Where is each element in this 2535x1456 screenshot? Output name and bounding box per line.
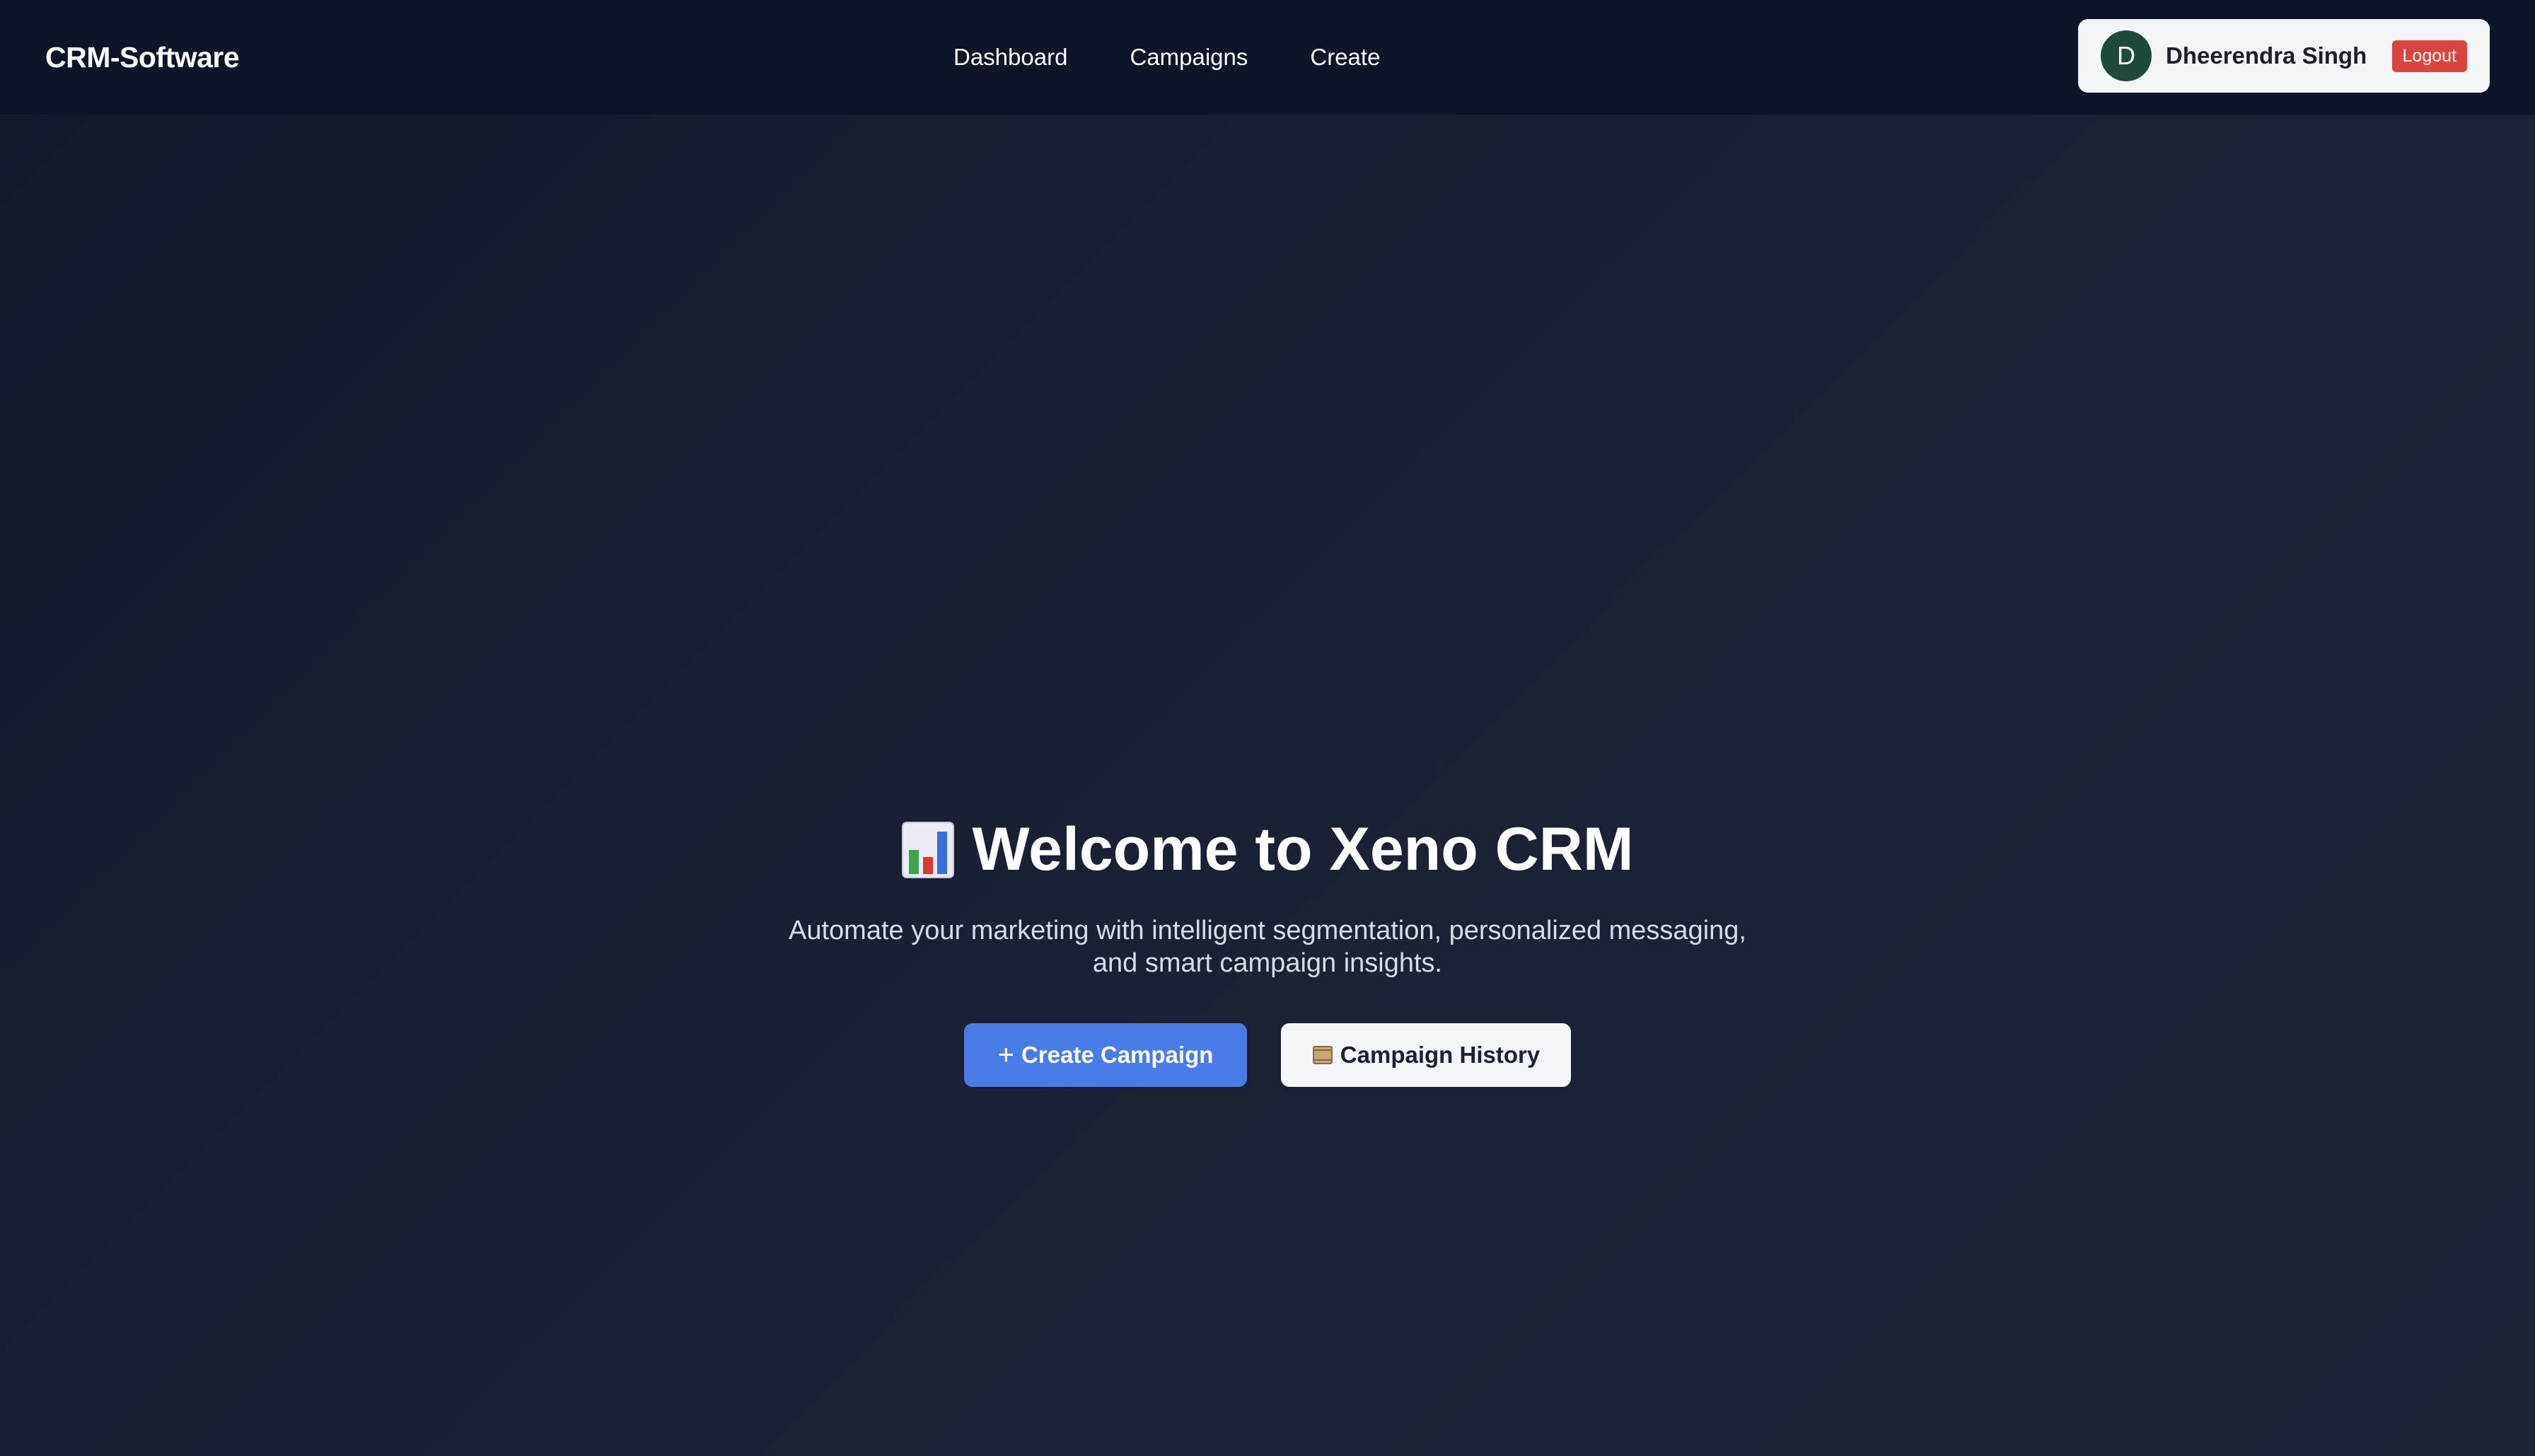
hero-section: Welcome to Xeno CRM Automate your market… xyxy=(0,813,2535,1088)
nav-link-dashboard[interactable]: Dashboard xyxy=(953,44,1067,71)
avatar: D xyxy=(2101,30,2152,81)
logout-button[interactable]: Logout xyxy=(2391,40,2467,72)
top-navbar: CRM-Software Dashboard Campaigns Create … xyxy=(0,0,2535,115)
create-campaign-button[interactable]: + Create Campaign xyxy=(964,1023,1247,1088)
main-nav: Dashboard Campaigns Create xyxy=(953,0,1380,115)
plus-glyph: + xyxy=(997,1039,1014,1071)
plus-icon: + xyxy=(998,1041,1014,1069)
user-profile-card: D Dheerendra Singh Logout xyxy=(2078,19,2490,93)
hero-subtitle: Automate your marketing with intelligent… xyxy=(789,916,1746,979)
bar-chart-icon xyxy=(901,821,954,878)
user-name: Dheerendra Singh xyxy=(2166,42,2367,69)
nav-link-campaigns[interactable]: Campaigns xyxy=(1130,44,1248,71)
hero-actions: + Create Campaign Campaign History xyxy=(964,1023,1571,1088)
campaign-history-label: Campaign History xyxy=(1340,1042,1541,1068)
page-title: Welcome to Xeno CRM xyxy=(901,813,1634,886)
nav-link-create[interactable]: Create xyxy=(1310,44,1380,71)
brand-logo[interactable]: CRM-Software xyxy=(45,41,240,74)
create-campaign-label: Create Campaign xyxy=(1021,1042,1214,1068)
campaign-history-button[interactable]: Campaign History xyxy=(1281,1023,1571,1088)
page-title-text: Welcome to Xeno CRM xyxy=(972,815,1634,883)
scroll-icon xyxy=(1312,1044,1333,1066)
